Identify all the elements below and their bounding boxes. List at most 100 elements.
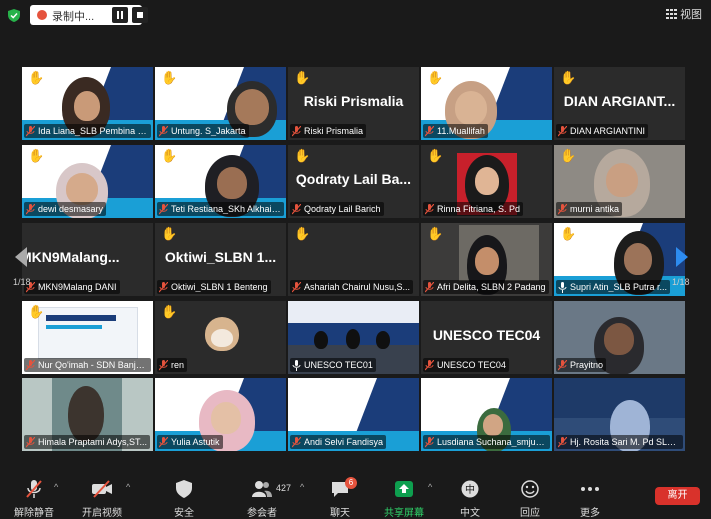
participant-tile[interactable]: ✋ Teti Restiana_SKh Alkhairi... xyxy=(155,145,286,218)
participant-nameplate: Andi Selvi Fandisya xyxy=(290,435,387,449)
raised-hand-icon: ✋ xyxy=(427,148,444,163)
participant-tile[interactable]: ✋ Untung. S_Jakarta xyxy=(155,67,286,140)
participant-nameplate: Yulia Astutik xyxy=(157,435,223,449)
recording-indicator: 录制中... xyxy=(30,5,148,25)
translation-label: 中文 xyxy=(460,508,480,519)
participant-tile[interactable]: UNESCO TEC04 UNESCO TEC04 xyxy=(421,301,552,374)
participant-nameplate: Ashariah Chairul Nusu,S... xyxy=(290,280,414,294)
participant-nameplate: UNESCO TEC01 xyxy=(290,358,376,372)
page-indicator: 1/18 xyxy=(13,277,31,287)
language-globe-icon: 中 xyxy=(461,480,479,498)
participant-name: Qodraty Lail Barich xyxy=(304,204,381,214)
muted-mic-icon xyxy=(292,436,301,447)
share-screen-button[interactable]: 共享屏幕 xyxy=(376,476,432,519)
recording-dot-icon xyxy=(37,10,47,20)
participant-name: Nur Qo'imah - SDN Banja... xyxy=(38,360,148,370)
start-video-label: 开启视频 xyxy=(82,508,122,519)
leave-meeting-button[interactable]: 离开 xyxy=(655,487,700,505)
participant-nameplate: DIAN ARGIANTINI xyxy=(556,124,649,138)
participant-tile[interactable]: Andi Selvi Fandisya xyxy=(288,378,419,451)
participant-name: UNESCO TEC01 xyxy=(304,360,373,370)
participants-options-caret[interactable]: ^ xyxy=(300,482,304,492)
stop-recording-button[interactable] xyxy=(132,7,148,23)
chat-button[interactable]: 6 聊天 xyxy=(312,476,368,519)
shield-check-icon[interactable] xyxy=(8,9,20,22)
participant-tile[interactable]: ✋ 11.Muallifah xyxy=(421,67,552,140)
muted-mic-icon xyxy=(558,203,567,214)
meeting-toolbar: 解除静音 ^ 开启视频 ^ 安全 427 参会者 ^ 6 聊天 共享屏幕 ^ 中… xyxy=(0,470,711,519)
raised-hand-icon: ✋ xyxy=(560,226,577,241)
participant-display-name: DIAN ARGIANT... xyxy=(563,93,676,109)
muted-mic-icon xyxy=(425,281,434,292)
participant-name: 11.Muallifah xyxy=(437,126,485,136)
participant-nameplate: Teti Restiana_SKh Alkhairi... xyxy=(157,202,284,216)
participant-name: DIAN ARGIANTINI xyxy=(570,126,646,136)
raised-hand-icon: ✋ xyxy=(161,304,178,319)
reactions-button[interactable]: 回应 xyxy=(502,476,558,519)
participant-name: Yulia Astutik xyxy=(171,437,220,447)
speaking-mic-icon xyxy=(558,281,567,293)
participant-name: dewi desmasary xyxy=(38,204,104,214)
participant-tile[interactable]: Oktiwi_SLBN 1... ✋ Oktiwi_SLBN 1 Benteng xyxy=(155,223,286,296)
previous-page-button[interactable]: 1/18 xyxy=(7,225,47,295)
participant-tile[interactable]: ✋ Ashariah Chairul Nusu,S... xyxy=(288,223,419,296)
more-button[interactable]: 更多 xyxy=(562,476,618,519)
participant-name: murni antika xyxy=(570,204,620,214)
participant-nameplate: murni antika xyxy=(556,202,623,216)
participant-tile[interactable]: ✋ Rinna Fitriana, S. Pd xyxy=(421,145,552,218)
participant-nameplate: Hj. Rosita Sari M. Pd SLBC... xyxy=(556,435,683,449)
raised-hand-icon: ✋ xyxy=(427,70,444,85)
muted-mic-icon xyxy=(425,436,434,447)
start-video-button[interactable]: 开启视频 xyxy=(74,476,130,519)
participant-tile[interactable]: ✋ Nur Qo'imah - SDN Banja... xyxy=(22,301,153,374)
participant-tile[interactable]: UNESCO TEC01 xyxy=(288,301,419,374)
participant-tile[interactable]: Qodraty Lail Ba... ✋ Qodraty Lail Barich xyxy=(288,145,419,218)
muted-mic-icon xyxy=(26,359,35,370)
participant-name: UNESCO TEC04 xyxy=(437,360,506,370)
participant-display-name: Oktiwi_SLBN 1... xyxy=(164,249,277,265)
participant-tile[interactable]: DIAN ARGIANT... ✋ DIAN ARGIANTINI xyxy=(554,67,685,140)
participant-nameplate: Ida Liana_SLB Pembina S... xyxy=(24,124,151,138)
participant-nameplate: Rinna Fitriana, S. Pd xyxy=(423,202,524,216)
participant-nameplate: Afri Delita, SLBN 2 Padang xyxy=(423,280,549,294)
next-page-button[interactable]: 1/18 xyxy=(666,225,706,295)
shield-icon xyxy=(176,480,192,498)
share-options-caret[interactable]: ^ xyxy=(428,482,432,492)
pause-recording-button[interactable] xyxy=(112,7,128,23)
participant-tile[interactable]: ✋ Ida Liana_SLB Pembina S... xyxy=(22,67,153,140)
participant-tile[interactable]: Riski Prismalia ✋ Riski Prismalia xyxy=(288,67,419,140)
participant-nameplate: dewi desmasary xyxy=(24,202,107,216)
participant-tile[interactable]: ✋ dewi desmasary xyxy=(22,145,153,218)
participant-name: ren xyxy=(171,360,185,370)
participant-tile[interactable]: Prayitno xyxy=(554,301,685,374)
security-button[interactable]: 安全 xyxy=(156,476,212,519)
participants-label: 参会者 xyxy=(247,508,277,519)
participant-tile[interactable]: Yulia Astutik xyxy=(155,378,286,451)
raised-hand-icon: ✋ xyxy=(161,226,178,241)
reactions-label: 回应 xyxy=(520,508,540,519)
participant-tile[interactable]: ✋ ren xyxy=(155,301,286,374)
participant-name: Lusdiana Suchana_smjun2... xyxy=(437,437,547,447)
muted-mic-icon xyxy=(425,203,434,214)
muted-mic-icon xyxy=(292,203,301,214)
muted-mic-icon xyxy=(425,359,434,370)
participant-tile[interactable]: Hj. Rosita Sari M. Pd SLBC... xyxy=(554,378,685,451)
participants-icon xyxy=(252,481,272,497)
raised-hand-icon: ✋ xyxy=(161,148,178,163)
muted-mic-icon xyxy=(159,125,168,136)
muted-mic-icon xyxy=(159,281,168,292)
translation-button[interactable]: 中 中文 xyxy=(442,476,498,519)
grid-view-icon xyxy=(666,9,677,19)
participant-tile[interactable]: Himala Praptami Adys,ST... xyxy=(22,378,153,451)
participant-tile[interactable]: ✋ murni antika xyxy=(554,145,685,218)
chevron-left-icon xyxy=(15,247,27,267)
participants-button[interactable]: 427 参会者 xyxy=(234,476,291,519)
muted-mic-icon xyxy=(558,436,567,447)
participant-tile[interactable]: Lusdiana Suchana_smjun2... xyxy=(421,378,552,451)
participant-name: Andi Selvi Fandisya xyxy=(304,437,384,447)
audio-options-caret[interactable]: ^ xyxy=(54,482,58,492)
muted-mic-icon xyxy=(26,203,35,214)
view-button[interactable]: 视图 xyxy=(666,6,702,22)
video-options-caret[interactable]: ^ xyxy=(126,482,130,492)
participant-tile[interactable]: ✋ Afri Delita, SLBN 2 Padang xyxy=(421,223,552,296)
